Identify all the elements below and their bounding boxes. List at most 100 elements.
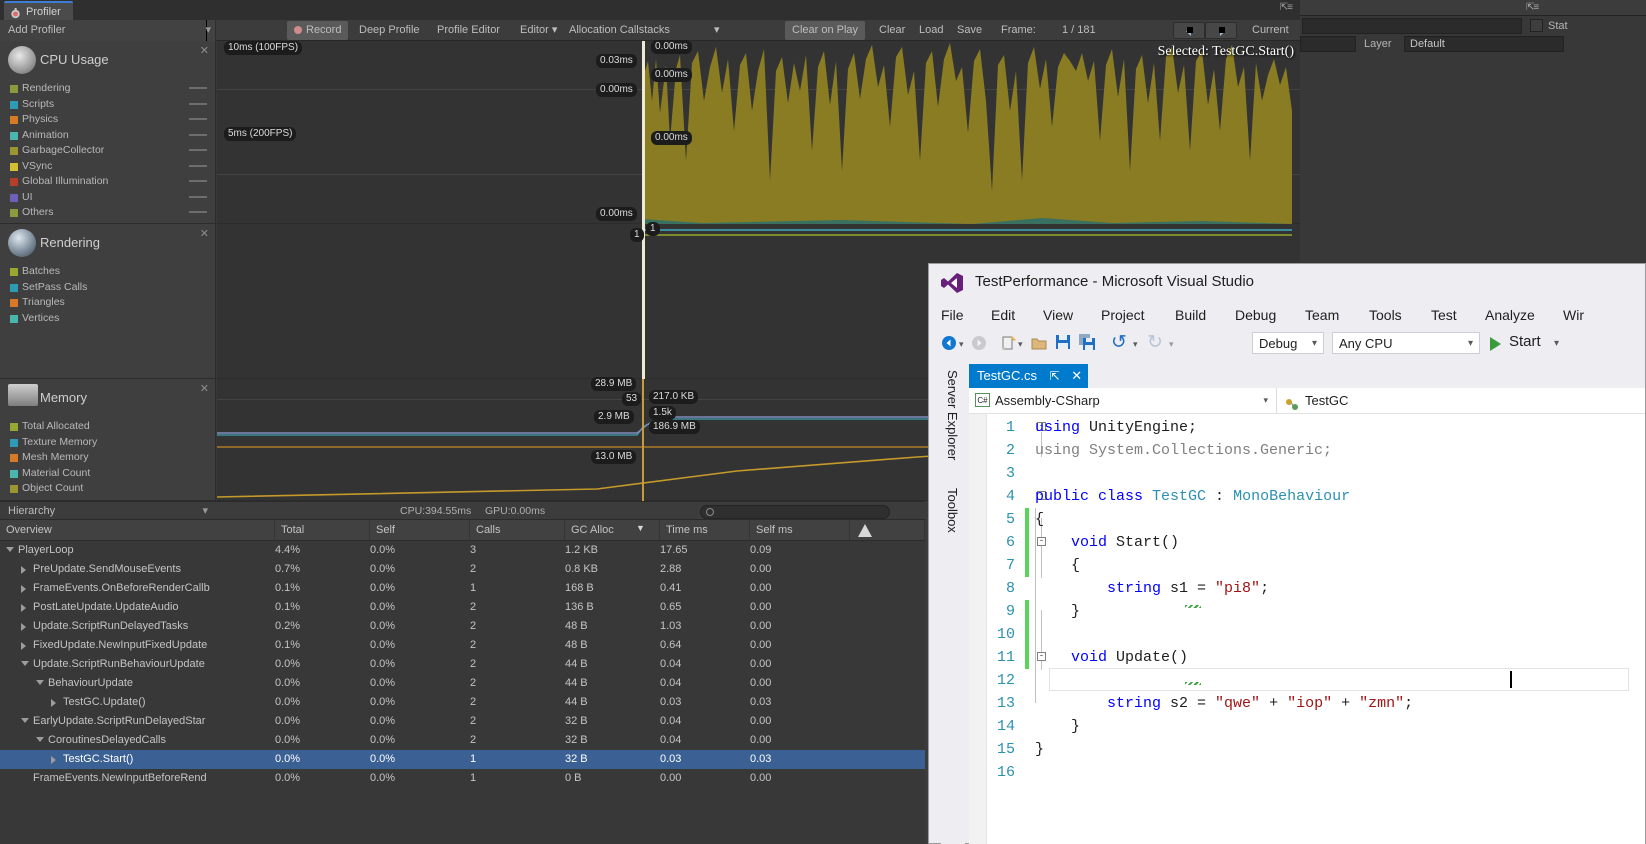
collapse-arrow-icon[interactable]	[6, 547, 14, 552]
close-icon[interactable]: ✕	[1071, 368, 1082, 383]
menu-wir[interactable]: Wir	[1563, 302, 1584, 328]
legend-item-vsync[interactable]: VSync	[22, 160, 52, 172]
allocation-callstacks-button[interactable]: Allocation Callstacks	[562, 21, 677, 40]
legend-drag-handle-icon[interactable]	[189, 149, 207, 151]
undo-icon[interactable]: ↺	[1111, 333, 1127, 352]
menu-tools[interactable]: Tools	[1369, 302, 1402, 328]
editor-tab-testgc[interactable]: TestGC.cs ⇱ ✕	[969, 364, 1089, 388]
navigate-back-icon[interactable]	[941, 335, 957, 356]
table-row[interactable]: FrameEvents.OnBeforeRenderCallb 0.1% 0.0% 1…	[0, 579, 925, 598]
menu-view[interactable]: View	[1043, 302, 1073, 328]
callstacks-dropdown[interactable]: ▾	[707, 21, 727, 40]
legend-item-others[interactable]: Others	[22, 206, 54, 218]
column-chart-toggle[interactable]	[850, 520, 925, 541]
open-file-icon[interactable]	[1031, 335, 1047, 356]
table-row[interactable]: TestGC.Start() 0.0% 0.0% 1 32 B 0.03 0.03	[0, 750, 925, 769]
navbar-type-dropdown[interactable]: TestGC	[1279, 388, 1645, 413]
save-icon[interactable]	[1055, 334, 1071, 355]
code-line[interactable]: 14 }	[969, 715, 1645, 738]
code-line[interactable]: 2 using System.Collections.Generic;	[969, 439, 1645, 462]
start-button-label[interactable]: Start	[1509, 333, 1541, 350]
next-frame-button[interactable]	[1205, 22, 1237, 39]
expand-arrow-icon[interactable]	[21, 642, 26, 650]
menu-analyze[interactable]: Analyze	[1485, 302, 1535, 328]
deep-profile-button[interactable]: Deep Profile	[352, 21, 427, 40]
menu-project[interactable]: Project	[1101, 302, 1145, 328]
code-line[interactable]: 3	[969, 462, 1645, 485]
code-line[interactable]: 4- public class TestGC : MonoBehaviour	[969, 485, 1645, 508]
column-self-ms[interactable]: Self ms	[750, 520, 850, 541]
legend-drag-handle-icon[interactable]	[189, 87, 207, 89]
table-row[interactable]: Update.ScriptRunBehaviourUpdate 0.0% 0.0% 2…	[0, 655, 925, 674]
memory-chart-playhead[interactable]	[642, 379, 644, 501]
expand-arrow-icon[interactable]	[21, 585, 26, 593]
chevron-down-icon[interactable]: ▾	[1018, 339, 1023, 350]
cpu-usage-chart[interactable]: Selected: TestGC.Start()	[217, 41, 1300, 224]
table-row[interactable]: CoroutinesDelayedCalls 0.0% 0.0% 2 32 B 0.04 0…	[0, 731, 925, 750]
legend-drag-handle-icon[interactable]	[189, 133, 207, 136]
menu-team[interactable]: Team	[1305, 302, 1339, 328]
configuration-dropdown[interactable]: Debug ▾	[1252, 332, 1324, 354]
load-button[interactable]: Load	[912, 21, 950, 40]
window-menu-icon[interactable]: ⇱≡	[1280, 2, 1293, 13]
table-row[interactable]: PostLateUpdate.UpdateAudio 0.1% 0.0% 2 136 B…	[0, 598, 925, 617]
legend-item-total-allocated[interactable]: Total Allocated	[22, 420, 90, 432]
legend-item-texture-memory[interactable]: Texture Memory	[22, 436, 97, 448]
table-row[interactable]: FixedUpdate.NewInputFixedUpdate 0.1% 0.0% 2…	[0, 636, 925, 655]
static-checkbox[interactable]	[1530, 19, 1543, 32]
current-frame-button[interactable]: Current	[1245, 21, 1296, 40]
chevron-down-icon[interactable]: ▾	[959, 339, 964, 350]
menu-build[interactable]: Build	[1175, 302, 1206, 328]
collapse-arrow-icon[interactable]	[21, 661, 29, 666]
editor-dropdown[interactable]: Editor ▾	[513, 21, 564, 40]
legend-item-batches[interactable]: Batches	[22, 265, 60, 277]
clear-on-play-button[interactable]: Clear on Play	[785, 21, 866, 40]
collapse-arrow-icon[interactable]	[36, 737, 44, 742]
rendering-chart-playhead[interactable]	[642, 224, 645, 379]
expand-arrow-icon[interactable]	[51, 756, 56, 764]
table-row[interactable]: Update.ScriptRunDelayedTasks 0.2% 0.0% 2 48 …	[0, 617, 925, 636]
profile-editor-button[interactable]: Profile Editor	[430, 21, 507, 40]
expand-arrow-icon[interactable]	[21, 623, 26, 631]
toolbox-tab[interactable]: Toolbox	[945, 488, 960, 533]
code-line[interactable]: 11- void Update()	[969, 646, 1645, 669]
legend-item-physics[interactable]: Physics	[22, 113, 58, 125]
code-line[interactable]: 7 {	[969, 554, 1645, 577]
code-line[interactable]: 5{	[969, 508, 1645, 531]
code-line[interactable]: 15}	[969, 738, 1645, 761]
add-profiler-dropdown[interactable]: Add Profiler ▾	[0, 20, 216, 41]
cpu-chart-playhead[interactable]	[642, 41, 645, 224]
legend-drag-handle-icon[interactable]	[189, 118, 207, 120]
legend-drag-handle-icon[interactable]	[189, 164, 207, 167]
table-row[interactable]: EarlyUpdate.ScriptRunDelayedStar 0.0% 0.0%…	[0, 712, 925, 731]
legend-item-rendering[interactable]: Rendering	[22, 82, 70, 94]
new-item-icon[interactable]	[1001, 335, 1017, 356]
legend-drag-handle-icon[interactable]	[189, 180, 207, 182]
legend-item-object-count[interactable]: Object Count	[22, 482, 83, 494]
table-row[interactable]: FrameEvents.NewInputBeforeRend 0.0% 0.0% 1 0…	[0, 769, 925, 788]
legend-item-animation[interactable]: Animation	[22, 129, 69, 141]
pin-icon[interactable]: ⇱	[1050, 369, 1060, 383]
expand-arrow-icon[interactable]	[51, 699, 56, 707]
legend-item-vertices[interactable]: Vertices	[22, 312, 59, 324]
code-line[interactable]: 9 }	[969, 600, 1645, 623]
collapse-arrow-icon[interactable]	[21, 718, 29, 723]
code-line[interactable]: 10	[969, 623, 1645, 646]
record-button[interactable]: Record	[287, 21, 349, 40]
code-editor[interactable]: 1- using UnityEngine; 2 using System.Collec…	[969, 414, 1645, 844]
table-row[interactable]: TestGC.Update() 0.0% 0.0% 2 44 B 0.03 0.03	[0, 693, 925, 712]
code-line[interactable]: 16	[969, 761, 1645, 784]
code-line[interactable]: 13 string s2 = "qwe" + "iop" + "zmn";	[969, 692, 1645, 715]
collapse-arrow-icon[interactable]	[36, 680, 44, 685]
platform-dropdown[interactable]: Any CPU ▾	[1332, 332, 1480, 354]
hierarchy-search-input[interactable]	[700, 505, 890, 519]
hierarchy-view-dropdown[interactable]: Hierarchy ▾	[0, 502, 216, 521]
legend-item-mesh-memory[interactable]: Mesh Memory	[22, 451, 89, 463]
legend-drag-handle-icon[interactable]	[189, 211, 207, 213]
legend-item-ui[interactable]: UI	[22, 191, 33, 203]
legend-item-triangles[interactable]: Triangles	[22, 296, 65, 308]
legend-item-global-illumination[interactable]: Global Illumination	[22, 175, 108, 187]
profiler-tab[interactable]: Profiler	[4, 1, 73, 20]
column-gc-alloc[interactable]: GC Alloc	[565, 520, 660, 541]
legend-item-garbagecollector[interactable]: GarbageCollector	[22, 144, 104, 156]
